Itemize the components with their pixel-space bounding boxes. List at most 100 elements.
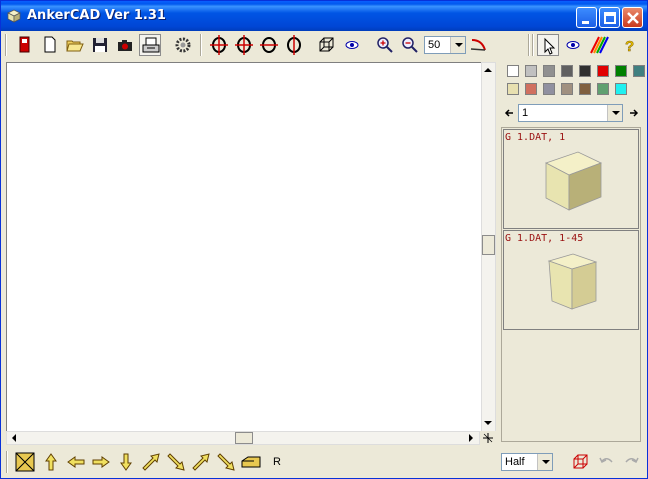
floppy-disk-icon xyxy=(93,38,107,52)
color-swatch[interactable] xyxy=(507,83,519,95)
maximize-button[interactable] xyxy=(599,7,620,28)
zoom-in-button[interactable] xyxy=(374,34,396,56)
move-up-right-2-button[interactable] xyxy=(190,451,212,473)
arrow-diagonal-icon xyxy=(217,453,235,471)
color-swatch[interactable] xyxy=(507,65,519,77)
window-title: AnkerCAD Ver 1.31 xyxy=(27,8,166,23)
view-mode-button[interactable] xyxy=(562,34,584,56)
arrow-diagonal-icon xyxy=(192,453,210,471)
horizontal-scrollbar[interactable] xyxy=(6,431,480,445)
r-label[interactable]: R xyxy=(273,456,281,468)
vertical-scrollbar[interactable] xyxy=(481,62,496,432)
main-window: AnkerCAD Ver 1.31 50 ? 1 G 1.DAT, 1 G 1.… xyxy=(0,0,648,479)
horizontal-scroll-thumb[interactable] xyxy=(235,432,253,444)
redo-icon[interactable] xyxy=(621,452,641,472)
zoom-out-icon xyxy=(402,37,418,53)
reset-view-button[interactable] xyxy=(468,34,490,56)
wireframe-red-icon[interactable] xyxy=(571,452,591,472)
zoom-dropdown[interactable]: 50 xyxy=(424,36,466,54)
drawing-canvas[interactable] xyxy=(6,62,482,432)
rotate-down-button[interactable] xyxy=(283,34,305,56)
svg-text:?: ? xyxy=(625,38,634,55)
move-down-button[interactable] xyxy=(115,451,137,473)
title-bar[interactable]: AnkerCAD Ver 1.31 xyxy=(1,1,647,31)
minimize-icon xyxy=(582,21,589,24)
help-button[interactable]: ? xyxy=(618,34,640,56)
arrow-left-icon[interactable] xyxy=(503,107,515,119)
rotate-right-button[interactable] xyxy=(233,34,255,56)
rotate-down-icon xyxy=(287,35,301,55)
move-up-button[interactable] xyxy=(40,451,62,473)
help-icon: ? xyxy=(625,38,635,56)
curved-arrow-icon xyxy=(470,39,486,51)
color-swatch[interactable] xyxy=(543,83,555,95)
main-toolbar: 50 ? xyxy=(4,31,644,60)
chevron-down-icon[interactable] xyxy=(607,105,622,121)
origin-corner[interactable] xyxy=(480,431,496,445)
minimize-button[interactable] xyxy=(576,7,597,28)
open-file-button[interactable] xyxy=(64,34,86,56)
scroll-up-icon[interactable] xyxy=(482,64,494,76)
eye-icon xyxy=(566,41,580,49)
select-all-button[interactable] xyxy=(14,451,36,473)
settings-button[interactable] xyxy=(172,34,194,56)
color-swatch[interactable] xyxy=(525,83,537,95)
move-down-right-2-button[interactable] xyxy=(215,451,237,473)
color-swatch[interactable] xyxy=(561,83,573,95)
arrow-left-icon xyxy=(67,456,85,468)
rotate-right-icon xyxy=(235,35,253,55)
wireframe-button[interactable] xyxy=(316,34,338,56)
color-swatch[interactable] xyxy=(597,65,609,77)
select-tool-button[interactable] xyxy=(537,34,559,56)
view-mode-value: Half xyxy=(505,456,525,468)
brick-button[interactable] xyxy=(240,451,262,473)
arrow-right-icon xyxy=(92,456,110,468)
step-card[interactable]: G 1.DAT, 1 xyxy=(503,129,639,229)
vertical-scroll-thumb[interactable] xyxy=(482,235,495,255)
rotate-left-button[interactable] xyxy=(208,34,230,56)
color-swatch[interactable] xyxy=(525,65,537,77)
color-swatch[interactable] xyxy=(633,65,645,77)
chevron-down-icon[interactable] xyxy=(450,37,465,53)
zoom-value: 50 xyxy=(428,39,441,51)
color-swatch[interactable] xyxy=(561,65,573,77)
color-swatch[interactable] xyxy=(543,65,555,77)
undo-icon[interactable] xyxy=(597,452,617,472)
brick-preview xyxy=(547,253,598,310)
zoom-out-button[interactable] xyxy=(399,34,421,56)
move-down-right-button[interactable] xyxy=(165,451,187,473)
arrow-down-right-icon xyxy=(167,453,185,471)
color-swatch[interactable] xyxy=(579,83,591,95)
pointer-icon xyxy=(544,37,556,55)
scroll-left-icon[interactable] xyxy=(8,432,20,444)
step-card[interactable]: G 1.DAT, 1-45 xyxy=(503,230,639,330)
rotate-left-icon xyxy=(210,35,228,55)
color-button[interactable] xyxy=(587,34,609,56)
color-swatch[interactable] xyxy=(597,83,609,95)
view-button[interactable] xyxy=(341,34,363,56)
step-dropdown[interactable]: 1 xyxy=(518,104,623,122)
color-swatch[interactable] xyxy=(615,65,627,77)
screenshot-button[interactable] xyxy=(114,34,136,56)
print-button[interactable] xyxy=(139,34,161,56)
arrow-right-icon[interactable] xyxy=(628,107,640,119)
move-right-button[interactable] xyxy=(90,451,112,473)
exit-button[interactable] xyxy=(14,34,36,56)
save-button[interactable] xyxy=(89,34,111,56)
scroll-down-icon[interactable] xyxy=(482,417,494,429)
move-left-button[interactable] xyxy=(65,451,87,473)
crosshair-icon xyxy=(483,433,493,443)
view-mode-dropdown[interactable]: Half xyxy=(501,453,553,471)
new-file-button[interactable] xyxy=(39,34,61,56)
rotate-up-button[interactable] xyxy=(258,34,280,56)
close-button[interactable] xyxy=(622,7,643,28)
scroll-right-icon[interactable] xyxy=(465,432,477,444)
color-swatch[interactable] xyxy=(615,83,627,95)
color-palette xyxy=(507,65,645,101)
move-up-right-button[interactable] xyxy=(140,451,162,473)
door-icon xyxy=(19,36,30,53)
printer-icon xyxy=(142,37,160,53)
arrow-up-icon xyxy=(45,453,57,471)
chevron-down-icon[interactable] xyxy=(537,454,552,470)
color-swatch[interactable] xyxy=(579,65,591,77)
